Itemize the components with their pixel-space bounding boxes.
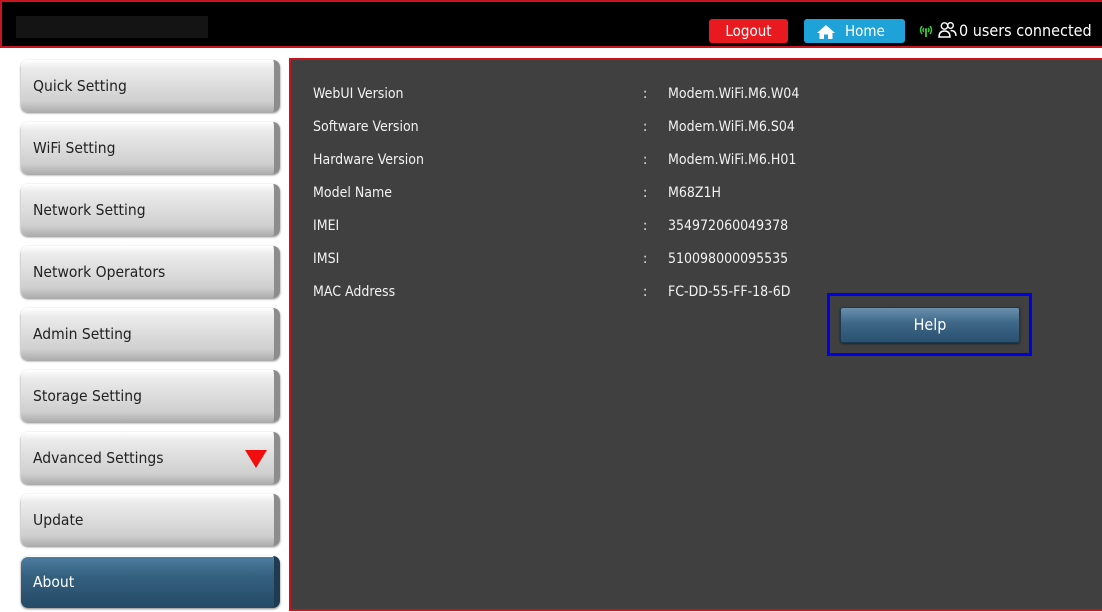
info-separator: : — [643, 86, 648, 102]
sidebar-item-network-setting[interactable]: Network Setting — [21, 184, 280, 236]
info-label: Software Version — [313, 119, 419, 135]
info-value: FC-DD-55-FF-18-6D — [668, 284, 791, 300]
sidebar-item-about[interactable]: About — [21, 556, 280, 608]
info-label: Model Name — [313, 185, 392, 201]
info-value: 354972060049378 — [668, 218, 789, 234]
info-label: MAC Address — [313, 284, 396, 300]
sidebar-item-label: WiFi Setting — [33, 139, 116, 157]
sidebar-item-quick-setting[interactable]: Quick Setting — [21, 60, 280, 112]
signal-icon — [918, 23, 934, 42]
home-icon — [816, 23, 836, 47]
sidebar-item-label: Advanced Settings — [33, 449, 164, 467]
info-value: Modem.WiFi.M6.W04 — [668, 86, 800, 102]
sidebar-item-label: Quick Setting — [33, 77, 127, 95]
sidebar-item-wifi-setting[interactable]: WiFi Setting — [21, 122, 280, 174]
info-value: Modem.WiFi.M6.H01 — [668, 152, 797, 168]
info-separator: : — [643, 218, 648, 234]
info-separator: : — [643, 119, 648, 135]
sidebar-item-network-operators[interactable]: Network Operators — [21, 246, 280, 298]
home-button[interactable]: Home — [804, 19, 905, 43]
info-value: M68Z1H — [668, 185, 722, 201]
logout-button[interactable]: Logout — [709, 19, 788, 43]
logo-placeholder — [16, 16, 208, 38]
info-separator: : — [643, 185, 648, 201]
home-button-label: Home — [845, 22, 885, 40]
sidebar-item-admin-setting[interactable]: Admin Setting — [21, 308, 280, 360]
triangle-down-icon — [244, 449, 268, 473]
info-value: 510098000095535 — [668, 251, 789, 267]
sidebar-item-label: Storage Setting — [33, 387, 142, 405]
sidebar-item-advanced-settings[interactable]: Advanced Settings — [21, 432, 280, 484]
info-separator: : — [643, 284, 648, 300]
sidebar-item-label: Update — [33, 511, 84, 529]
sidebar-item-label: About — [33, 573, 75, 591]
users-icon — [938, 21, 957, 43]
sidebar-item-label: Network Operators — [33, 263, 166, 281]
info-separator: : — [643, 251, 648, 267]
sidebar-item-label: Network Setting — [33, 201, 146, 219]
info-label: WebUI Version — [313, 86, 404, 102]
sidebar-item-storage-setting[interactable]: Storage Setting — [21, 370, 280, 422]
info-value: Modem.WiFi.M6.S04 — [668, 119, 795, 135]
top-bar: Logout Home 0 users connected — [0, 0, 1102, 48]
info-label: Hardware Version — [313, 152, 424, 168]
help-button[interactable]: Help — [840, 307, 1020, 343]
info-label: IMEI — [313, 218, 340, 234]
sidebar-item-update[interactable]: Update — [21, 494, 280, 546]
info-separator: : — [643, 152, 648, 168]
info-label: IMSI — [313, 251, 340, 267]
sidebar-item-label: Admin Setting — [33, 325, 132, 343]
connected-users-count: 0 users connected — [959, 21, 1092, 40]
